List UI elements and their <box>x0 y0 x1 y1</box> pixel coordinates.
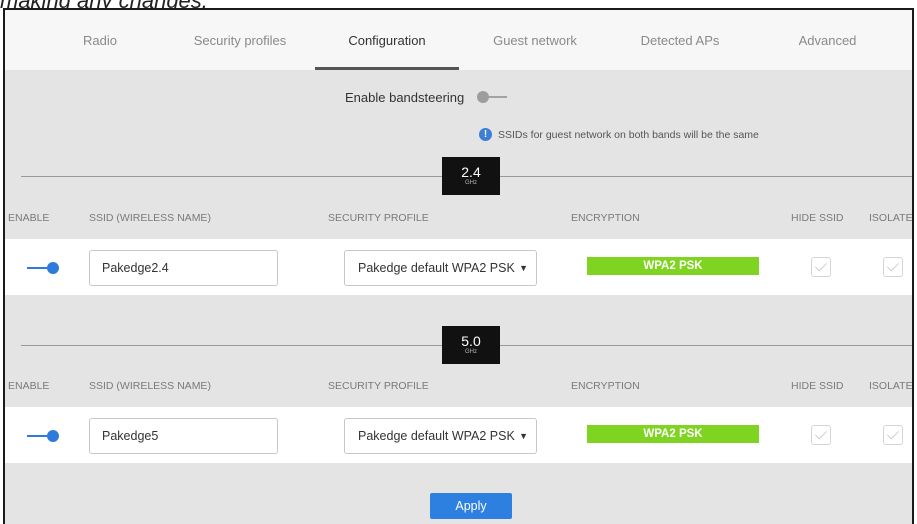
column-header-isolate: ISOLATE <box>869 212 913 224</box>
column-header-enable: ENABLE <box>8 380 50 392</box>
column-header-hide-ssid: HIDE SSID <box>791 212 844 224</box>
security-profile-select[interactable]: Pakedge default WPA2 PSK ▼ <box>344 250 537 286</box>
tab-detected-aps[interactable]: Detected APs <box>620 10 740 70</box>
ssid-input[interactable] <box>89 250 278 286</box>
column-header-ssid: SSID (WIRELESS NAME) <box>89 212 211 224</box>
enable-toggle[interactable] <box>27 429 59 443</box>
encryption-badge: WPA2 PSK <box>587 425 759 443</box>
tab-radio[interactable]: Radio <box>55 10 145 70</box>
band-frequency: 5.0 <box>461 333 481 349</box>
band-label-2-4: 2.4 GHz <box>442 157 500 195</box>
isolate-checkbox[interactable] <box>883 257 903 277</box>
band-unit: GHz <box>465 180 477 186</box>
hide-ssid-checkbox[interactable] <box>811 257 831 277</box>
ssid-row-2-4: Pakedge default WPA2 PSK ▼ WPA2 PSK <box>5 239 912 295</box>
info-text: SSIDs for guest network on both bands wi… <box>498 128 759 141</box>
hide-ssid-checkbox[interactable] <box>811 425 831 445</box>
column-header-ssid: SSID (WIRELESS NAME) <box>89 380 211 392</box>
tab-bar: Radio Security profiles Configuration Gu… <box>5 10 912 70</box>
chevron-down-icon: ▼ <box>519 263 528 273</box>
security-profile-value: Pakedge default WPA2 PSK <box>358 429 515 443</box>
column-header-enable: ENABLE <box>8 212 50 224</box>
band-label-5-0: 5.0 GHz <box>442 326 500 364</box>
toggle-knob <box>477 91 490 103</box>
toggle-knob <box>47 262 59 274</box>
bandsteering-setting: Enable bandsteering <box>345 88 508 106</box>
encryption-badge: WPA2 PSK <box>587 257 759 275</box>
band-frequency: 2.4 <box>461 164 481 180</box>
guest-ssid-info: ! SSIDs for guest network on both bands … <box>479 128 759 141</box>
chevron-down-icon: ▼ <box>519 431 528 441</box>
info-icon: ! <box>479 128 492 141</box>
column-header-encryption: ENCRYPTION <box>571 380 640 392</box>
column-header-hide-ssid: HIDE SSID <box>791 380 844 392</box>
security-profile-select[interactable]: Pakedge default WPA2 PSK ▼ <box>344 418 537 454</box>
configuration-panel: Radio Security profiles Configuration Gu… <box>3 8 914 524</box>
tab-advanced[interactable]: Advanced <box>775 10 880 70</box>
security-profile-value: Pakedge default WPA2 PSK <box>358 261 515 275</box>
column-header-security-profile: SECURITY PROFILE <box>328 380 429 392</box>
enable-toggle[interactable] <box>27 261 59 275</box>
apply-button[interactable]: Apply <box>430 493 512 519</box>
tab-guest-network[interactable]: Guest network <box>475 10 595 70</box>
column-header-security-profile: SECURITY PROFILE <box>328 212 429 224</box>
band-unit: GHz <box>465 349 477 355</box>
column-header-isolate: ISOLATE <box>869 380 913 392</box>
tab-security-profiles[interactable]: Security profiles <box>175 10 305 70</box>
ssid-row-5-0: Pakedge default WPA2 PSK ▼ WPA2 PSK <box>5 407 912 463</box>
column-header-encryption: ENCRYPTION <box>571 212 640 224</box>
ssid-input[interactable] <box>89 418 278 454</box>
toggle-knob <box>47 430 59 442</box>
isolate-checkbox[interactable] <box>883 425 903 445</box>
bandsteering-toggle[interactable] <box>477 90 508 104</box>
bandsteering-label: Enable bandsteering <box>345 89 465 105</box>
tab-configuration[interactable]: Configuration <box>315 10 459 70</box>
